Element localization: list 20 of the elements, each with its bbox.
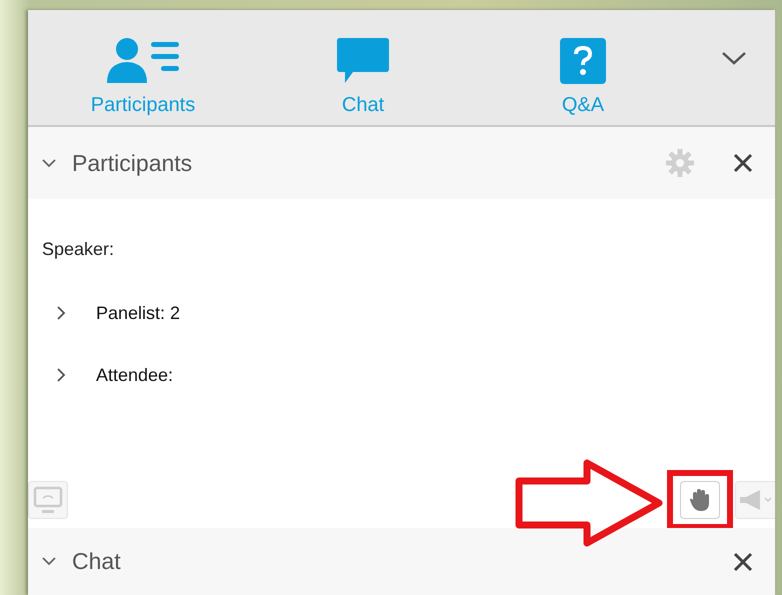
raise-hand-button[interactable] — [680, 481, 720, 519]
participants-icon — [106, 36, 180, 84]
speaker-label: Speaker: — [42, 239, 116, 260]
chevron-down-icon[interactable] — [42, 557, 56, 566]
close-icon[interactable] — [733, 552, 753, 572]
tab[interactable]: Participants — [33, 10, 253, 125]
hand-icon — [689, 488, 711, 512]
megaphone-icon — [738, 489, 774, 511]
tree-item[interactable]: Panelist: 2 — [42, 298, 761, 328]
monitor-icon — [33, 486, 63, 514]
tab[interactable]: Chat — [253, 10, 473, 125]
question-icon — [560, 38, 606, 84]
close-icon[interactable] — [733, 153, 753, 173]
chevron-down-icon[interactable] — [721, 50, 747, 64]
chat-icon — [337, 38, 389, 84]
panel-title: Participants — [72, 150, 194, 176]
panel-title: Chat — [72, 548, 122, 575]
chevron-down-icon[interactable] — [42, 158, 56, 168]
tree-item[interactable]: Attendee: — [42, 360, 761, 390]
tab[interactable]: Q&A — [473, 10, 693, 125]
